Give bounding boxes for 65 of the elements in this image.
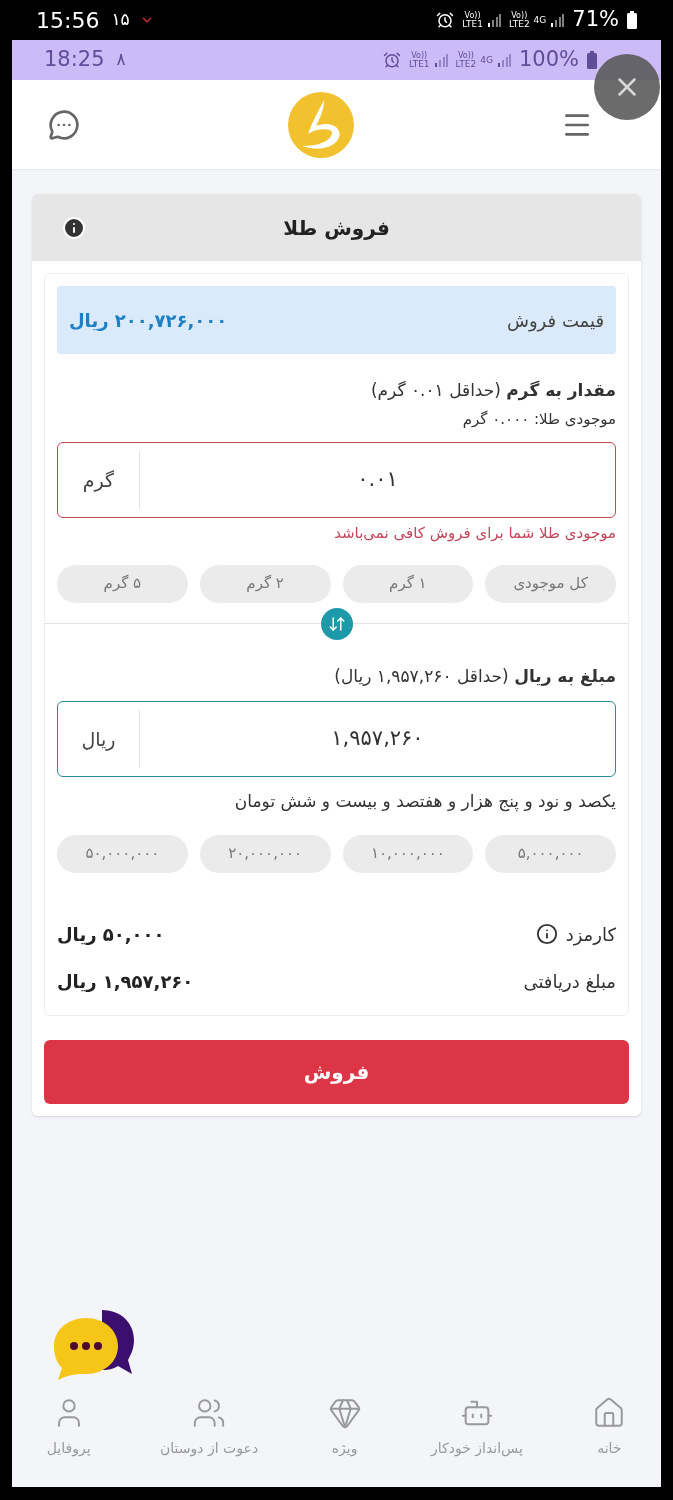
summary-label: کارمزد — [565, 922, 616, 948]
field-label: مقدار به گرم (حداقل ۰.۰۱ گرم) — [369, 379, 616, 403]
nav-item[interactable]: خانه — [592, 1396, 627, 1459]
network-label: 4G — [533, 15, 547, 25]
nav-item[interactable]: دعوت از دوستان — [160, 1396, 259, 1459]
battery-icon — [627, 11, 637, 29]
sell-button[interactable]: فروش — [44, 1039, 629, 1104]
error-message: موجودی طلا شما برای فروش کافی نمی‌باشد — [333, 523, 616, 544]
battery-percent: 100% — [518, 46, 579, 74]
quick-amount-chip[interactable]: ۱۰,۰۰۰,۰۰۰ — [342, 834, 474, 873]
amount-value: ۰.۰۱ — [356, 466, 399, 494]
diamond-icon — [327, 1396, 362, 1430]
amount-input[interactable]: ۱,۹۵۷,۲۶۰ ریال — [57, 701, 616, 777]
summary-label: مبلغ دریافتی — [523, 969, 616, 995]
price-label: قیمت فروش — [506, 308, 604, 334]
volte-label: Vo)) — [411, 51, 428, 60]
signal-icon — [496, 53, 511, 67]
status-time: 15:56 — [36, 6, 100, 35]
amount-value: ۱,۹۵۷,۲۶۰ — [330, 725, 425, 753]
volte-label: Vo)) — [464, 11, 481, 20]
balance-note: موجودی طلا: ۰.۰۰۰ گرم — [461, 408, 616, 430]
volte-label: Vo)) — [457, 51, 474, 60]
people-icon — [192, 1396, 227, 1430]
network-label: 4G — [480, 55, 493, 65]
quick-amount-chip[interactable]: ۵۰,۰۰۰,۰۰۰ — [57, 834, 188, 873]
nav-item[interactable]: پروفایل — [46, 1396, 91, 1459]
swap-icon — [327, 614, 346, 633]
nav-item[interactable]: پس‌انداز خودکار — [431, 1396, 523, 1459]
quick-amount-chip[interactable]: ۱ گرم — [342, 564, 474, 603]
chevron-icon — [141, 16, 152, 24]
quick-amount-chip[interactable]: ۲ گرم — [199, 564, 331, 603]
swap-button[interactable] — [320, 607, 353, 640]
field-label: مبلغ به ریال (حداقل ۱,۹۵۷,۲۶۰ ریال) — [333, 664, 616, 689]
quick-amount-chip[interactable]: ۵,۰۰۰,۰۰۰ — [485, 834, 616, 873]
battery-percent: 71% — [572, 6, 619, 34]
chat-icon[interactable] — [48, 108, 80, 141]
panel-title: فروش طلا — [283, 214, 390, 242]
quick-amount-chip[interactable]: ۵ گرم — [57, 564, 188, 603]
signal-icon — [486, 13, 501, 27]
sim-label: LTE2 — [455, 59, 477, 69]
alarm-icon — [382, 51, 401, 69]
alarm-icon — [436, 11, 455, 29]
unit-label: گرم — [58, 451, 140, 509]
quick-amount-chip[interactable]: کل موجودی — [485, 564, 616, 603]
unit-label: ریال — [58, 710, 140, 768]
amount-in-words: یکصد و نود و پنج هزار و هفتصد و بیست و شش تومان — [233, 790, 616, 814]
price-value: ۲۰۰,۷۲۶,۰۰۰ ریال — [69, 308, 228, 333]
summary-value: ۵۰,۰۰۰ ریال — [57, 922, 165, 947]
status-date: ۸ — [116, 48, 126, 72]
signal-icon — [433, 53, 448, 67]
volte-label: Vo)) — [511, 11, 528, 20]
battery-icon — [587, 51, 597, 69]
status-time: 18:25 — [44, 46, 105, 74]
logo — [287, 91, 354, 158]
nav-item[interactable]: ویژه — [327, 1396, 362, 1459]
signal-icon — [550, 13, 565, 27]
info-icon[interactable] — [535, 923, 558, 945]
sim-label: LTE2 — [508, 19, 530, 29]
sim-label: LTE1 — [462, 19, 483, 29]
amount-input[interactable]: ۰.۰۱ گرم — [57, 442, 616, 518]
sim-label: LTE1 — [408, 59, 430, 69]
summary-value: ۱,۹۵۷,۲۶۰ ریال — [57, 969, 194, 994]
chat-support-button[interactable] — [52, 1308, 136, 1382]
status-date: ۱۵ — [111, 8, 130, 32]
quick-amount-chip[interactable]: ۲۰,۰۰۰,۰۰۰ — [199, 834, 331, 873]
